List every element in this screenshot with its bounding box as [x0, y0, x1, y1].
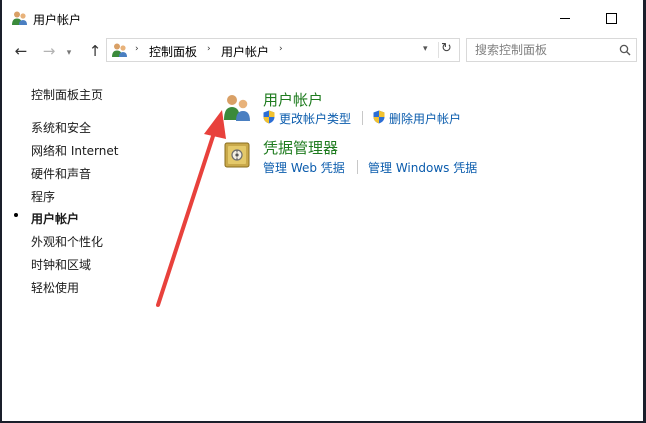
chevron-right-icon[interactable]: › [279, 44, 283, 54]
forward-button[interactable]: → [40, 42, 58, 60]
uac-shield-icon [373, 110, 385, 124]
sidebar-item-clock-region[interactable]: 时钟和区域 [31, 256, 91, 273]
divider [438, 42, 439, 58]
change-account-type-link[interactable]: 更改帐户类型 [279, 110, 351, 127]
minimize-icon [560, 17, 570, 19]
divider [362, 111, 363, 125]
user-accounts-icon [112, 43, 127, 57]
breadcrumb-user-accounts[interactable]: 用户帐户 [221, 43, 269, 60]
address-bar[interactable]: › 控制面板 › 用户帐户 › ▾ ↻ [106, 38, 460, 62]
divider [357, 160, 358, 174]
users-icon[interactable] [222, 92, 252, 122]
chevron-right-icon[interactable]: › [135, 44, 139, 54]
sidebar-item-ease-of-access[interactable]: 轻松使用 [31, 279, 79, 296]
group-title-credential-manager[interactable]: 凭据管理器 [263, 137, 338, 158]
control-panel-window: 用户帐户 ← → ▾ ↑ › 控制面板 › 用户帐户 › ▾ ↻ 搜索控制面板 … [0, 0, 646, 423]
address-dropdown-icon[interactable]: ▾ [423, 44, 428, 54]
maximize-button[interactable] [588, 0, 634, 36]
search-input[interactable] [466, 38, 637, 62]
credential-vault-icon[interactable] [222, 140, 252, 170]
sidebar-item-user-accounts: 用户帐户 [31, 212, 80, 226]
back-button[interactable]: ← [12, 42, 30, 60]
manage-windows-credentials-link[interactable]: 管理 Windows 凭据 [368, 159, 477, 176]
search-icon[interactable] [619, 44, 631, 56]
delete-user-account-link[interactable]: 删除用户帐户 [389, 110, 461, 127]
window-title: 用户帐户 [33, 13, 82, 27]
up-button[interactable]: ↑ [86, 42, 104, 60]
minimize-button[interactable] [542, 0, 588, 36]
group-title-user-accounts[interactable]: 用户帐户 [263, 89, 323, 110]
chevron-right-icon[interactable]: › [207, 44, 211, 54]
breadcrumb-control-panel[interactable]: 控制面板 [149, 43, 197, 60]
manage-web-credentials-link[interactable]: 管理 Web 凭据 [263, 159, 345, 176]
navigation-bar: ← → ▾ ↑ › 控制面板 › 用户帐户 › ▾ ↻ [2, 36, 643, 66]
uac-shield-icon [263, 110, 275, 124]
sidebar-item-programs[interactable]: 程序 [31, 188, 55, 205]
maximize-icon [605, 12, 617, 24]
sidebar-item-control-panel-home[interactable]: 控制面板主页 [31, 86, 103, 103]
sidebar-item-appearance[interactable]: 外观和个性化 [31, 233, 103, 250]
sidebar: 控制面板主页 系统和安全 网络和 Internet 硬件和声音 程序 用户帐户 … [2, 66, 202, 416]
title-bar: 用户帐户 [2, 0, 643, 36]
refresh-icon[interactable]: ↻ [441, 41, 452, 56]
recent-locations-button[interactable]: ▾ [60, 44, 78, 62]
user-accounts-icon [12, 11, 27, 25]
sidebar-item-hardware-sound[interactable]: 硬件和声音 [31, 165, 91, 182]
current-item-bullet [14, 213, 18, 217]
sidebar-item-network-internet[interactable]: 网络和 Internet [31, 142, 118, 159]
sidebar-item-system-security[interactable]: 系统和安全 [31, 119, 91, 136]
window-border-left [0, 0, 2, 423]
